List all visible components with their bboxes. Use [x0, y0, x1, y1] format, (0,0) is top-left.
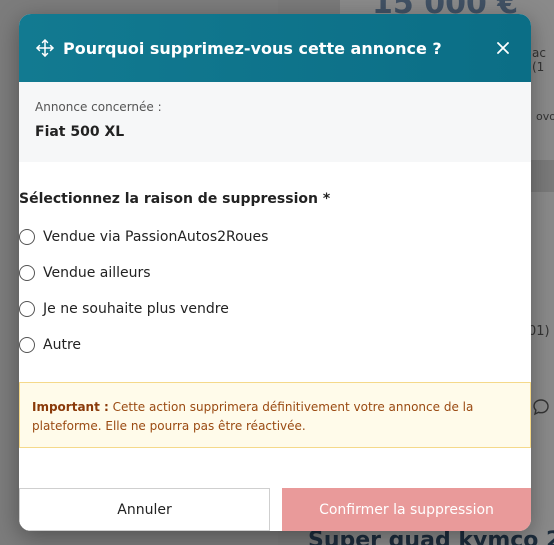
modal-header[interactable]: Pourquoi supprimez-vous cette annonce ?: [19, 14, 531, 82]
radio-button[interactable]: [19, 337, 35, 353]
chat-icon: [532, 398, 550, 420]
reason-option-no-longer-selling[interactable]: Je ne souhaite plus vendre: [19, 291, 531, 327]
modal-footer: Annuler Confirmer la suppression: [19, 488, 531, 531]
move-icon[interactable]: [35, 38, 55, 58]
annonce-label: Annonce concernée :: [35, 100, 162, 114]
radio-button[interactable]: [19, 301, 35, 317]
reason-option-sold-here[interactable]: Vendue via PassionAutos2Roues: [19, 219, 531, 255]
cancel-button[interactable]: Annuler: [19, 488, 270, 531]
warning-title: Important :: [32, 400, 109, 414]
annonce-value: Fiat 500 XL: [35, 124, 125, 140]
radio-button[interactable]: [19, 229, 35, 245]
radio-label: Vendue ailleurs: [43, 265, 151, 281]
modal-title: Pourquoi supprimez-vous cette annonce ?: [63, 38, 442, 58]
background-text: ac (1: [532, 46, 546, 74]
delete-reason-modal: Pourquoi supprimez-vous cette annonce ? …: [19, 14, 531, 531]
radio-button[interactable]: [19, 265, 35, 281]
reason-radio-group: Vendue via PassionAutos2Roues Vendue ail…: [19, 219, 531, 363]
reason-section-label: Sélectionnez la raison de suppression *: [19, 191, 331, 207]
annonce-summary: Annonce concernée : Fiat 500 XL: [19, 82, 531, 162]
radio-label: Vendue via PassionAutos2Roues: [43, 229, 269, 245]
close-icon[interactable]: [491, 36, 515, 60]
radio-label: Autre: [43, 337, 82, 353]
warning-notice: Important : Cette action supprimera défi…: [19, 382, 531, 448]
background-text: ovor: [536, 110, 554, 123]
reason-option-other[interactable]: Autre: [19, 327, 531, 363]
background-text: 01): [528, 324, 550, 339]
reason-option-sold-elsewhere[interactable]: Vendue ailleurs: [19, 255, 531, 291]
radio-label: Je ne souhaite plus vendre: [43, 301, 229, 317]
confirm-delete-button[interactable]: Confirmer la suppression: [282, 488, 531, 531]
